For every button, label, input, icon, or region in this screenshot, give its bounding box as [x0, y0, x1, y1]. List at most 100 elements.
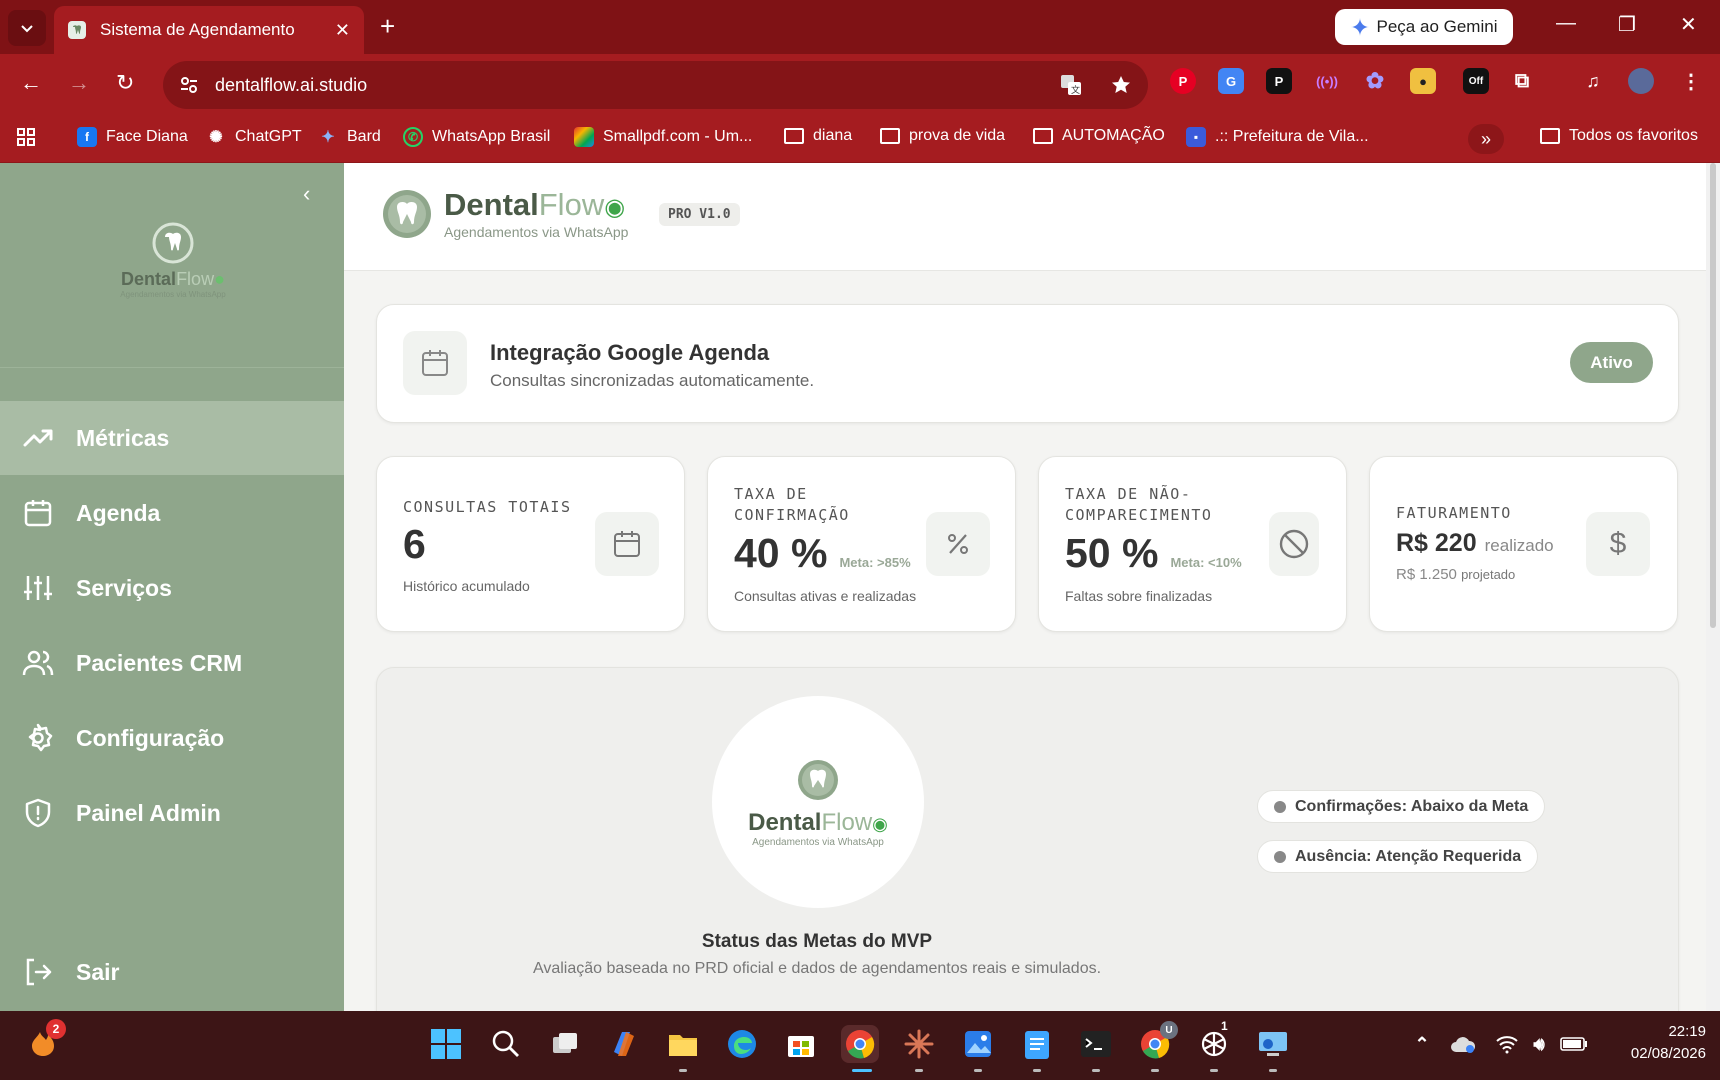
trending-up-icon [23, 429, 53, 447]
widgets-icon[interactable]: 2 [24, 1019, 66, 1063]
battery-icon[interactable] [1555, 1025, 1593, 1063]
collapse-sidebar-icon[interactable]: ‹ [303, 181, 310, 207]
forward-icon[interactable]: → [68, 71, 90, 95]
extension-p-icon[interactable]: P [1266, 68, 1292, 94]
sidebar-item-metricas[interactable]: Métricas [0, 401, 344, 475]
bookmark-folder[interactable]: prova de vida [880, 127, 1005, 145]
start-button[interactable] [427, 1025, 465, 1063]
main-content: DentalFlow◉ Agendamentos via WhatsApp PR… [344, 163, 1706, 1011]
metric-sub: Histórico acumulado [403, 578, 530, 594]
file-explorer-icon[interactable] [664, 1025, 702, 1063]
integration-subtitle: Consultas sincronizadas automaticamente. [490, 371, 815, 390]
metric-sub-suffix: projetado [1461, 567, 1516, 582]
back-icon[interactable]: ← [20, 71, 42, 95]
more-bookmarks-icon[interactable]: » [1468, 124, 1504, 154]
browser-toolbar: ← → ↻ dentalflow.ai.studio 文 P G P ((•))… [0, 54, 1720, 116]
bookmark-folder[interactable]: AUTOMAÇÃO [1033, 127, 1165, 145]
sidebar-divider [0, 367, 344, 368]
sidebar-item-agenda[interactable]: Agenda [0, 476, 344, 550]
status-title: Status das Metas do MVP [701, 931, 933, 952]
logout-button[interactable]: Sair [0, 935, 344, 1009]
url-text: dentalflow.ai.studio [215, 74, 368, 95]
sidebar-brand-word-light: Flow [176, 269, 215, 289]
extensions-puzzle-icon[interactable]: ⧉ [1509, 68, 1535, 94]
logout-label: Sair [76, 958, 120, 985]
header-brand-word-light: Flow [538, 186, 605, 222]
extension-gear-icon[interactable]: ✿ [1362, 68, 1388, 94]
media-control-icon[interactable]: ♫ [1580, 68, 1606, 94]
ban-icon [1269, 512, 1319, 576]
status-flag-confirmacoes: Confirmações: Abaixo da Meta [1257, 790, 1546, 823]
close-window-icon[interactable]: ✕ [1680, 12, 1697, 37]
bookmark-label: Bard [347, 128, 381, 145]
new-tab-button[interactable]: + [380, 12, 395, 40]
running-indicator [1033, 1069, 1041, 1072]
bookmark-folder[interactable]: diana [784, 127, 852, 145]
translate-icon[interactable]: 文 [1060, 74, 1082, 96]
bookmark-item[interactable]: ▪ .:: Prefeitura de Vila... [1186, 127, 1369, 147]
search-icon[interactable] [487, 1025, 525, 1063]
photos-icon[interactable] [959, 1025, 997, 1063]
bookmark-item[interactable]: Smallpdf.com - Um... [574, 127, 752, 147]
profile-avatar[interactable] [1628, 68, 1654, 94]
chrome-taskbar-icon-active[interactable] [841, 1025, 879, 1063]
sidebar-item-configuracao[interactable]: Configuração [0, 701, 344, 775]
metric-sub: Faltas sobre finalizadas [1065, 588, 1213, 604]
status-flag-label: Ausência: Atenção Requerida [1295, 847, 1522, 865]
bookmark-star-icon[interactable] [1110, 74, 1132, 96]
gemini-button[interactable]: Peça ao Gemini [1335, 9, 1513, 45]
chrome-profile-taskbar-icon[interactable]: U [1136, 1021, 1178, 1063]
volume-icon[interactable]: 🔊︎ [1520, 1025, 1558, 1063]
clock-date: 02/08/2026 [1630, 1045, 1706, 1062]
status-dot [1274, 800, 1286, 813]
bookmark-item[interactable]: ✺ ChatGPT [206, 127, 301, 147]
percent-icon [926, 512, 990, 576]
sidebar-item-servicos[interactable]: Serviços [0, 551, 344, 625]
version-badge: PRO V1.0 [659, 203, 740, 226]
copilot-icon[interactable] [605, 1025, 643, 1063]
sidebar: ‹ DentalFlow● Agendamentos via WhatsApp … [0, 163, 344, 1011]
extension-user-icon[interactable]: ● [1410, 68, 1436, 94]
restore-icon[interactable]: ❐ [1618, 12, 1636, 37]
bookmark-item[interactable]: ✦ Bard [318, 127, 381, 147]
metric-label: TAXA DE CONFIRMAÇÃO [734, 485, 850, 524]
metric-meta: Meta: >85% [839, 555, 911, 570]
all-bookmarks-button[interactable]: Todos os favoritos [1540, 127, 1698, 145]
whatsapp-icon: ✆ [403, 127, 423, 147]
tab-search-button[interactable] [8, 10, 46, 46]
chevron-up-icon[interactable]: ⌃ [1403, 1025, 1441, 1063]
bookmark-item[interactable]: f Face Diana [77, 127, 188, 147]
menu-dots-icon[interactable]: ⋮ [1678, 68, 1704, 94]
pinterest-extension-icon[interactable]: P [1170, 68, 1196, 94]
claude-icon[interactable] [900, 1025, 938, 1063]
browser-tab-active[interactable]: Sistema de Agendamento ✕ [54, 6, 364, 54]
microsoft-store-icon[interactable] [782, 1025, 820, 1063]
status-brand-word-light: Flow [821, 808, 873, 836]
minimize-icon[interactable]: — [1556, 12, 1576, 35]
address-bar[interactable]: dentalflow.ai.studio 文 [163, 61, 1148, 109]
bookmark-item[interactable]: ✆ WhatsApp Brasil [403, 127, 550, 147]
chatgpt-taskbar-icon[interactable]: 1 [1195, 1019, 1233, 1063]
terminal-icon[interactable] [1077, 1025, 1115, 1063]
extension-off-icon[interactable]: Off [1463, 68, 1489, 94]
system-clock[interactable]: 22:19 02/08/2026 [1610, 1021, 1706, 1065]
page-scrollbar[interactable] [1706, 163, 1720, 1011]
remote-desktop-icon[interactable] [1254, 1025, 1292, 1063]
sidebar-item-pacientes-crm[interactable]: Pacientes CRM [0, 626, 344, 700]
notepad-icon[interactable] [1018, 1025, 1056, 1063]
apps-grid-icon[interactable] [16, 127, 36, 147]
tab-strip: Sistema de Agendamento ✕ + Peça ao Gemin… [0, 0, 1720, 54]
extension-wave-icon[interactable]: ((•)) [1314, 68, 1340, 94]
google-translate-extension-icon[interactable]: G [1218, 68, 1244, 94]
metric-value: 40 % Meta: >85% [734, 530, 911, 577]
task-view-icon[interactable] [546, 1025, 584, 1063]
reload-icon[interactable]: ↻ [116, 71, 134, 95]
edge-icon[interactable] [723, 1025, 761, 1063]
sidebar-item-painel-admin[interactable]: Painel Admin [0, 776, 344, 850]
tab-close-icon[interactable]: ✕ [335, 20, 350, 41]
scrollbar-thumb[interactable] [1710, 163, 1716, 628]
onedrive-icon[interactable] [1444, 1025, 1482, 1063]
site-info-icon[interactable] [179, 75, 199, 95]
metric-sub-value: R$ 1.250 [1396, 566, 1457, 583]
header-brand-tag: Agendamentos via WhatsApp [444, 223, 629, 240]
